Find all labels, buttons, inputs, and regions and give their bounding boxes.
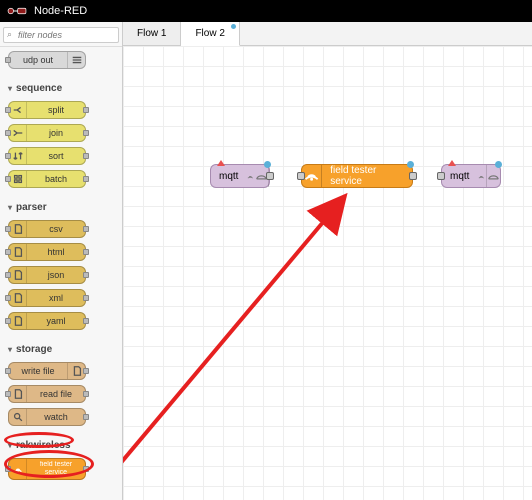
palette-sidebar: ⌕ udp out ▾ sequence split	[0, 22, 123, 500]
app-header: Node-RED	[0, 0, 532, 22]
category-parser[interactable]: ▾ parser	[8, 200, 114, 215]
palette-node-yaml[interactable]: yaml	[8, 312, 86, 330]
changed-indicator-icon	[495, 161, 502, 168]
canvas-node-field-tester-service[interactable]: field tester service	[301, 164, 413, 188]
palette-node-xml[interactable]: xml	[8, 289, 86, 307]
batch-icon	[9, 171, 27, 187]
bars-icon	[67, 52, 85, 68]
category-storage[interactable]: ▾ storage	[8, 342, 114, 357]
join-icon	[9, 125, 27, 141]
file-icon	[9, 221, 27, 237]
palette-node-batch[interactable]: batch	[8, 170, 86, 188]
file-icon	[9, 386, 27, 402]
canvas-node-mqtt-in[interactable]: mqtt	[210, 164, 270, 188]
output-port[interactable]	[266, 172, 274, 180]
annotation-circle-node	[4, 450, 94, 478]
app-title: Node-RED	[34, 5, 87, 17]
chevron-down-icon: ▾	[8, 84, 12, 93]
output-port[interactable]	[409, 172, 417, 180]
node-red-logo-icon	[6, 4, 28, 18]
magnify-icon	[9, 409, 27, 425]
file-icon	[9, 313, 27, 329]
file-icon	[9, 244, 27, 260]
changed-indicator-icon	[407, 161, 414, 168]
changed-indicator-icon	[264, 161, 271, 168]
flow-canvas[interactable]: mqtt field tester service mqtt	[123, 46, 532, 500]
category-sequence[interactable]: ▾ sequence	[8, 81, 114, 96]
palette-node-join[interactable]: join	[8, 124, 86, 142]
bridge-icon	[486, 165, 500, 187]
palette-node-watch[interactable]: watch	[8, 408, 86, 426]
signal-icon	[302, 165, 322, 187]
palette-node-csv[interactable]: csv	[8, 220, 86, 238]
palette-node-sort[interactable]: sort	[8, 147, 86, 165]
unsaved-indicator-icon	[231, 24, 236, 29]
tab-bar: Flow 1 Flow 2	[123, 22, 532, 46]
input-port[interactable]	[297, 172, 305, 180]
filter-nodes-input[interactable]	[3, 27, 119, 43]
tab-flow-2[interactable]: Flow 2	[181, 22, 239, 46]
split-icon	[9, 102, 27, 118]
search-icon: ⌕	[7, 29, 12, 40]
chevron-down-icon: ▾	[8, 203, 12, 212]
signal-icon	[246, 165, 255, 187]
sort-icon	[9, 148, 27, 164]
annotation-circle-category	[4, 432, 74, 448]
palette-node-split[interactable]: split	[8, 101, 86, 119]
signal-icon	[477, 165, 486, 187]
error-indicator-icon	[448, 160, 456, 166]
input-port[interactable]	[437, 172, 445, 180]
annotation-arrow	[123, 46, 532, 500]
palette-node-udp-out[interactable]: udp out	[8, 51, 86, 69]
error-indicator-icon	[217, 160, 225, 166]
tab-flow-1[interactable]: Flow 1	[123, 22, 181, 45]
palette-node-read-file[interactable]: read file	[8, 385, 86, 403]
workspace: Flow 1 Flow 2 mqtt field tester service	[123, 22, 532, 500]
palette-node-html[interactable]: html	[8, 243, 86, 261]
palette-node-json[interactable]: json	[8, 266, 86, 284]
file-icon	[9, 290, 27, 306]
canvas-node-mqtt-out[interactable]: mqtt	[441, 164, 501, 188]
file-icon	[9, 267, 27, 283]
chevron-down-icon: ▾	[8, 345, 12, 354]
palette-node-write-file[interactable]: write file	[8, 362, 86, 380]
